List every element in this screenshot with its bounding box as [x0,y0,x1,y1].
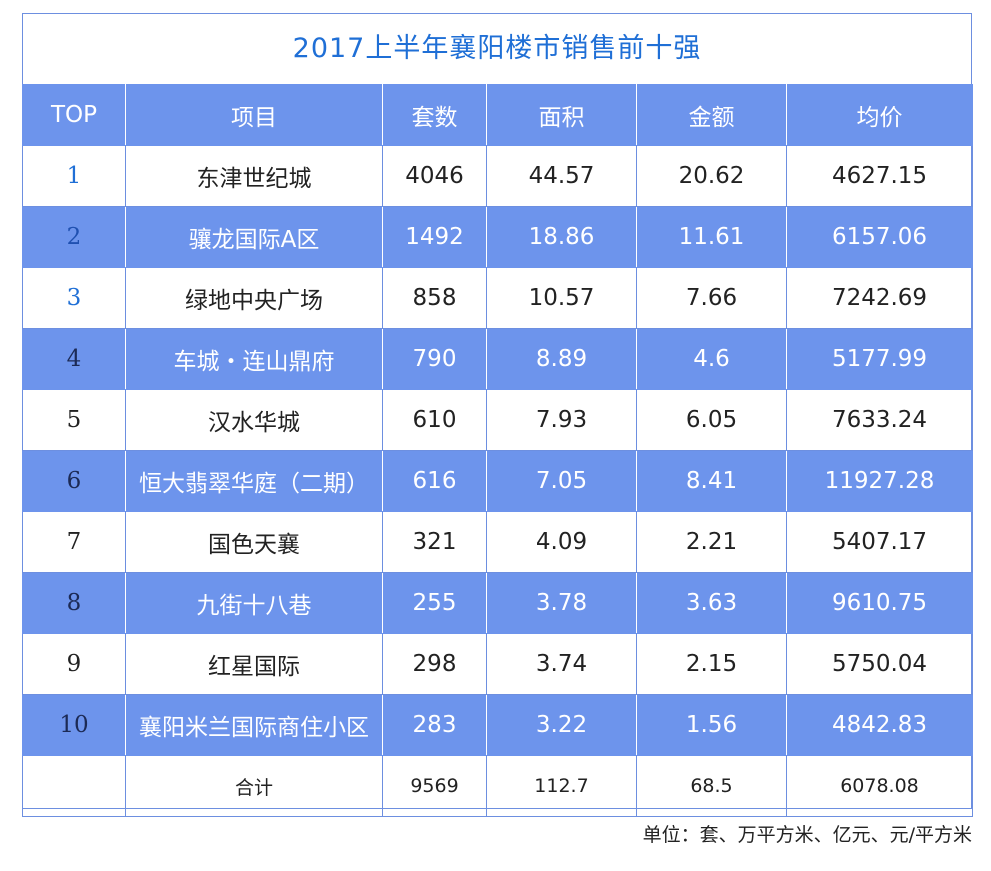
page-title: 2017上半年襄阳楼市销售前十强 [292,33,702,64]
amount-cell: 2.15 [636,633,787,695]
table-row: 5 汉水华城 610 7.93 6.05 7633.24 [22,389,973,451]
total-avg-price-cell: 6078.08 [786,755,973,817]
avg-price-cell: 7242.69 [786,267,973,329]
area-cell: 8.89 [486,328,637,390]
area-cell: 3.22 [486,694,637,756]
header-units: 套数 [382,84,487,146]
project-cell: 绿地中央广场 [125,267,383,329]
amount-cell: 6.05 [636,389,787,451]
project-cell: 襄阳米兰国际商住小区 [125,694,383,756]
header-avg-price: 均价 [786,84,973,146]
rank-cell: 8 [22,572,126,634]
table-header-row: TOP 项目 套数 面积 金额 均价 [22,84,973,146]
area-cell: 4.09 [486,511,637,573]
units-cell: 255 [382,572,487,634]
avg-price-cell: 4627.15 [786,145,973,207]
total-row: 合计 9569 112.7 68.5 6078.08 [22,755,973,817]
table-row: 8 九街十八巷 255 3.78 3.63 9610.75 [22,572,973,634]
project-cell: 红星国际 [125,633,383,695]
project-cell: 汉水华城 [125,389,383,451]
table-row: 9 红星国际 298 3.74 2.15 5750.04 [22,633,973,695]
units-cell: 790 [382,328,487,390]
avg-price-cell: 4842.83 [786,694,973,756]
project-cell: 恒大翡翠华庭（二期） [125,450,383,512]
amount-cell: 3.63 [636,572,787,634]
amount-cell: 4.6 [636,328,787,390]
rank-cell: 9 [22,633,126,695]
units-cell: 610 [382,389,487,451]
units-cell: 616 [382,450,487,512]
total-rank-cell [22,755,126,817]
area-cell: 7.05 [486,450,637,512]
table-row: 10 襄阳米兰国际商住小区 283 3.22 1.56 4842.83 [22,694,973,756]
project-cell: 车城・连山鼎府 [125,328,383,390]
header-project: 项目 [125,84,383,146]
header-amount: 金额 [636,84,787,146]
total-units-cell: 9569 [382,755,487,817]
avg-price-cell: 7633.24 [786,389,973,451]
rank-cell: 6 [22,450,126,512]
units-cell: 283 [382,694,487,756]
rank-cell: 10 [22,694,126,756]
avg-price-cell: 5750.04 [786,633,973,695]
area-cell: 7.93 [486,389,637,451]
units-cell: 298 [382,633,487,695]
header-area: 面积 [486,84,637,146]
table-row: 2 骧龙国际A区 1492 18.86 11.61 6157.06 [22,206,973,268]
amount-cell: 2.21 [636,511,787,573]
rank-cell: 1 [22,145,126,207]
units-cell: 858 [382,267,487,329]
rank-cell: 3 [22,267,126,329]
project-cell: 九街十八巷 [125,572,383,634]
amount-cell: 11.61 [636,206,787,268]
area-cell: 44.57 [486,145,637,207]
units-cell: 4046 [382,145,487,207]
area-cell: 10.57 [486,267,637,329]
project-cell: 国色天襄 [125,511,383,573]
avg-price-cell: 6157.06 [786,206,973,268]
project-cell: 骧龙国际A区 [125,206,383,268]
total-area-cell: 112.7 [486,755,637,817]
amount-cell: 1.56 [636,694,787,756]
area-cell: 3.74 [486,633,637,695]
amount-cell: 7.66 [636,267,787,329]
table-row: 7 国色天襄 321 4.09 2.21 5407.17 [22,511,973,573]
rank-cell: 4 [22,328,126,390]
avg-price-cell: 5177.99 [786,328,973,390]
project-cell: 东津世纪城 [125,145,383,207]
avg-price-cell: 11927.28 [786,450,973,512]
table-row: 6 恒大翡翠华庭（二期） 616 7.05 8.41 11927.28 [22,450,973,512]
rank-cell: 5 [22,389,126,451]
amount-cell: 20.62 [636,145,787,207]
rank-cell: 7 [22,511,126,573]
unit-note: 单位：套、万平方米、亿元、元/平方米 [642,824,972,846]
avg-price-cell: 9610.75 [786,572,973,634]
total-amount-cell: 68.5 [636,755,787,817]
total-label-cell: 合计 [125,755,383,817]
header-top: TOP [22,84,126,146]
area-cell: 18.86 [486,206,637,268]
table-row: 4 车城・连山鼎府 790 8.89 4.6 5177.99 [22,328,973,390]
table-row: 3 绿地中央广场 858 10.57 7.66 7242.69 [22,267,973,329]
amount-cell: 8.41 [636,450,787,512]
sales-ranking-table: TOP 项目 套数 面积 金额 均价 1 东津世纪城 4046 44.57 20… [22,84,973,817]
table-row: 1 东津世纪城 4046 44.57 20.62 4627.15 [22,145,973,207]
units-cell: 1492 [382,206,487,268]
units-cell: 321 [382,511,487,573]
avg-price-cell: 5407.17 [786,511,973,573]
rank-cell: 2 [22,206,126,268]
area-cell: 3.78 [486,572,637,634]
